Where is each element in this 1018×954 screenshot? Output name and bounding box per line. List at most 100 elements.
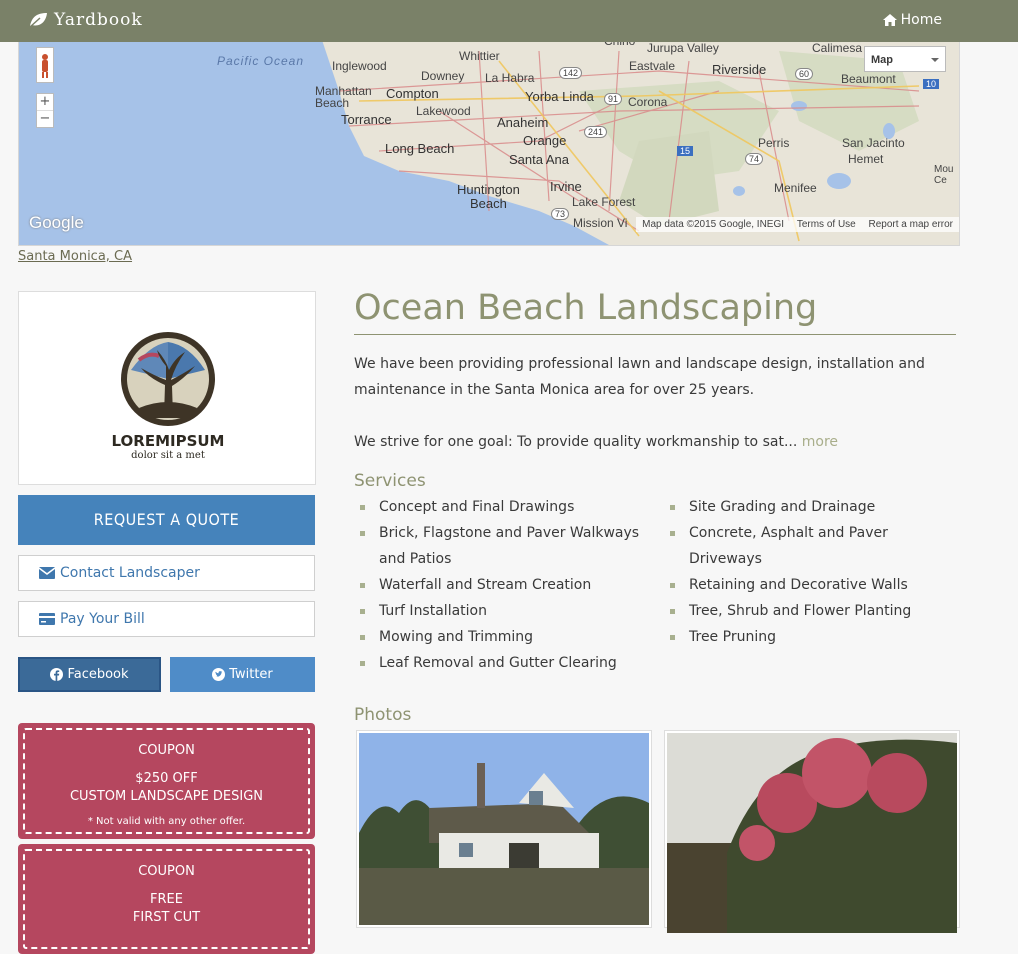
business-name: Ocean Beach Landscaping <box>354 288 956 335</box>
service-item: Leaf Removal and Gutter Clearing <box>354 650 654 676</box>
leaf-icon <box>29 13 47 28</box>
location-map[interactable]: Pacific Ocean Chino Inglewood Whittier D… <box>18 30 960 246</box>
coupon-offer-line: $250 OFF <box>135 771 198 786</box>
map-label: Long Beach <box>385 141 455 156</box>
garden-photo-image <box>667 733 957 933</box>
map-label: Santa Ana <box>509 152 569 167</box>
google-logo: Google <box>29 213 84 232</box>
contact-landscaper-button[interactable]: Contact Landscaper <box>18 555 315 591</box>
terms-of-use-link[interactable]: Terms of Use <box>797 219 856 230</box>
zoom-in-button[interactable]: + <box>37 94 53 111</box>
map-label: Corona <box>628 95 668 109</box>
map-label: Whittier <box>459 49 500 63</box>
twitter-button[interactable]: Twitter <box>170 657 315 692</box>
map-label: Menifee <box>774 181 817 195</box>
service-item: Turf Installation <box>354 598 654 624</box>
map-label: Orange <box>523 133 567 148</box>
map-type-label: Map <box>871 54 893 66</box>
route-shield: 74 <box>745 153 764 165</box>
twitter-icon <box>212 668 226 681</box>
facebook-icon <box>50 668 64 681</box>
coupon-border: COUPON FREE FIRST CUT <box>23 849 310 949</box>
service-item: Waterfall and Stream Creation <box>354 572 654 598</box>
street-view-pegman[interactable] <box>36 47 54 83</box>
brand-name: Yardbook <box>54 10 143 30</box>
service-item: Concrete, Asphalt and Paver Driveways <box>664 520 959 572</box>
contact-landscaper-label: Contact Landscaper <box>60 565 200 581</box>
service-item: Tree Pruning <box>664 624 959 650</box>
map-label: Mou Ce <box>934 164 954 186</box>
map-label: Yorba Linda <box>525 89 594 104</box>
coupon-title: COUPON <box>138 864 195 879</box>
coupon-offer-line: FIRST CUT <box>132 910 201 925</box>
map-label: Perris <box>758 136 790 150</box>
business-logo: LOREMIPSUM dolor sit a met <box>18 291 316 485</box>
map-label: Riverside <box>712 62 767 77</box>
pay-bill-button[interactable]: Pay Your Bill <box>18 601 315 637</box>
coupon-border: COUPON $250 OFF CUSTOM LANDSCAPE DESIGN … <box>23 728 310 834</box>
facebook-button[interactable]: Facebook <box>18 657 161 692</box>
pay-bill-label: Pay Your Bill <box>60 611 145 627</box>
coupon-offer-line: FREE <box>150 892 183 907</box>
service-item: Concept and Final Drawings <box>354 494 654 520</box>
coupon-title: COUPON <box>138 743 195 758</box>
map-type-select[interactable]: Map <box>864 46 946 72</box>
map-label: Torrance <box>341 112 392 127</box>
services-list-right: Site Grading and Drainage Concrete, Asph… <box>664 494 959 650</box>
route-shield: 60 <box>795 68 814 80</box>
zoom-out-button[interactable]: − <box>37 111 53 127</box>
route-shield: 10 <box>923 79 940 89</box>
map-label: Downey <box>421 69 465 83</box>
twitter-label: Twitter <box>229 667 273 682</box>
home-link-label: Home <box>900 12 942 28</box>
map-attribution: Map data ©2015 Google, INEGI Terms of Us… <box>636 217 959 232</box>
route-shield: 142 <box>559 67 583 79</box>
map-terrain <box>319 31 959 245</box>
service-item: Tree, Shrub and Flower Planting <box>664 598 959 624</box>
facebook-label: Facebook <box>67 667 129 682</box>
map-label: Eastvale <box>629 59 676 73</box>
house-photo[interactable] <box>356 730 652 928</box>
map-label: Huntington Beach <box>457 182 520 211</box>
map-label: Irvine <box>550 179 582 194</box>
route-shield: 91 <box>604 93 623 105</box>
top-navbar: Yardbook Home <box>0 0 1018 42</box>
logo-tagline: dolor sit a met <box>131 450 205 461</box>
map-label: Anaheim <box>497 115 549 130</box>
coupon-offer-line: CUSTOM LANDSCAPE DESIGN <box>69 789 264 804</box>
map-label: Lake Forest <box>572 195 636 209</box>
credit-card-icon <box>39 613 55 625</box>
map-label: Beaumont <box>841 72 896 86</box>
route-shield: 241 <box>584 126 608 138</box>
service-item: Site Grading and Drainage <box>664 494 959 520</box>
report-map-error-link[interactable]: Report a map error <box>869 219 953 230</box>
read-more-link[interactable]: more <box>802 434 838 450</box>
service-item: Retaining and Decorative Walls <box>664 572 959 598</box>
map-label: San Jacinto <box>842 136 905 150</box>
request-quote-button[interactable]: REQUEST A QUOTE <box>18 495 315 545</box>
tree-logo-icon <box>121 332 215 426</box>
map-label: Inglewood <box>332 59 387 73</box>
business-description-excerpt: We strive for one goal: To provide quali… <box>354 429 956 455</box>
business-description: We have been providing professional lawn… <box>354 356 925 398</box>
coupon-offer: FREE FIRST CUT <box>25 891 308 927</box>
map-label: Hemet <box>848 152 884 166</box>
pegman-icon <box>42 54 48 78</box>
services-list-left: Concept and Final Drawings Brick, Flagst… <box>354 494 654 676</box>
map-label: Mission Vi <box>573 216 628 230</box>
map-label: Jurupa Valley <box>647 41 719 55</box>
map-label: La Habra <box>485 71 535 85</box>
service-item: Brick, Flagstone and Paver Walkways and … <box>354 520 654 572</box>
location-link[interactable]: Santa Monica, CA <box>18 249 132 264</box>
coupon-card[interactable]: COUPON $250 OFF CUSTOM LANDSCAPE DESIGN … <box>18 723 315 839</box>
photos-heading: Photos <box>354 705 412 725</box>
map-label: Manhattan Beach <box>315 84 372 110</box>
description-text: We strive for one goal: To provide quali… <box>354 434 798 450</box>
services-heading: Services <box>354 471 426 491</box>
garden-photo[interactable] <box>664 730 960 933</box>
home-link[interactable]: Home <box>882 12 942 28</box>
logo-wordmark: LOREMIPSUM <box>111 432 225 450</box>
map-label: Compton <box>386 86 439 101</box>
brand-logo[interactable]: Yardbook <box>28 10 143 30</box>
service-item: Mowing and Trimming <box>354 624 654 650</box>
